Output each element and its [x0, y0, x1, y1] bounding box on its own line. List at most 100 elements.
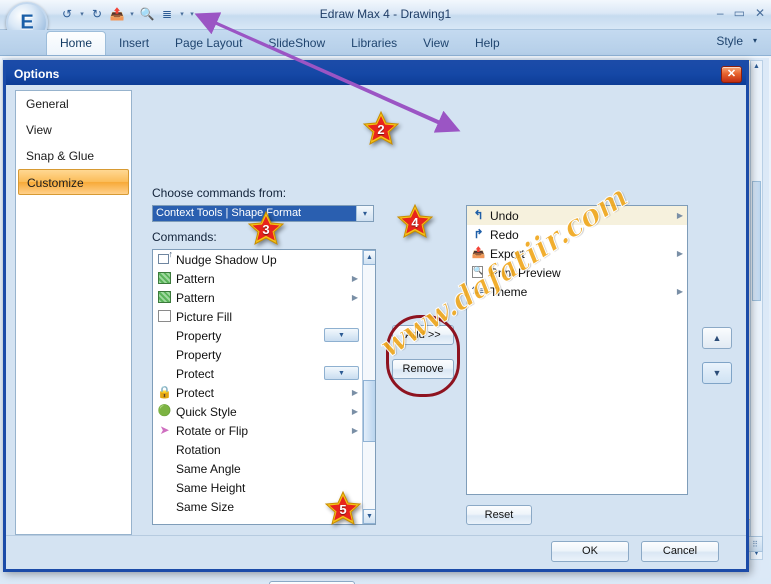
scrollbar-thumb[interactable]	[752, 181, 761, 301]
tab-style[interactable]: Style	[716, 34, 743, 48]
list-item[interactable]: Pattern ▶	[153, 288, 362, 307]
list-item[interactable]: ⇅≡ Theme ▶	[467, 282, 687, 301]
list-item-label: Print Preview	[490, 265, 561, 280]
list-item-label: Pattern	[176, 271, 215, 286]
add-button[interactable]: Add >>	[392, 325, 454, 345]
no-icon	[156, 328, 173, 343]
list-item[interactable]: Pattern ▶	[153, 269, 362, 288]
maximize-button[interactable]: ▭	[734, 6, 745, 20]
ok-button[interactable]: OK	[551, 541, 629, 562]
list-item[interactable]: Property ▼	[153, 326, 362, 345]
list-item-label: Quick Style	[176, 404, 237, 419]
chevron-down-icon[interactable]: ▾	[356, 206, 373, 221]
list-item[interactable]: Rotation	[153, 440, 362, 459]
commands-listbox[interactable]: Nudge Shadow Up Pattern ▶ Pattern ▶ Picture F…	[152, 249, 376, 525]
sidebar-item-general[interactable]: General	[16, 91, 131, 117]
submenu-arrow-icon: ▶	[351, 274, 358, 283]
commands-scrollbar-thumb[interactable]	[363, 380, 375, 442]
commands-label: Commands:	[152, 230, 217, 244]
submenu-arrow-icon: ▶	[676, 287, 683, 296]
list-item[interactable]: Property	[153, 345, 362, 364]
list-item[interactable]: 🟢 Quick Style ▶	[153, 402, 362, 421]
submenu-arrow-icon: ▶	[676, 249, 683, 258]
no-icon	[156, 480, 173, 495]
rotate-or-flip-icon: ➤	[159, 423, 170, 437]
annotation-star-number: 3	[262, 221, 270, 237]
options-category-list[interactable]: General View Snap & Glue Customize	[15, 90, 132, 535]
submenu-arrow-icon: ▶	[351, 426, 358, 435]
list-item[interactable]: ↱ Redo	[467, 225, 687, 244]
list-item[interactable]: 📤 Export ▶	[467, 244, 687, 263]
screenshot-root: E ↺ ▾ ↻ 📤 ▾ 🔍 ≣ ▾ ▾ Edraw Max 4 - Drawin…	[0, 0, 771, 584]
tab-libraries[interactable]: Libraries	[338, 32, 410, 55]
minimize-button[interactable]: –	[717, 6, 724, 20]
dialog-close-button[interactable]: ✕	[721, 66, 742, 83]
quick-style-icon: 🟢	[157, 405, 172, 417]
list-item[interactable]: Nudge Shadow Up	[153, 250, 362, 269]
remove-button[interactable]: Remove	[392, 359, 454, 379]
list-item-label: Export	[490, 246, 525, 261]
canvas-vertical-scrollbar[interactable]: ▲ ▼	[750, 60, 763, 560]
list-item-label: Redo	[490, 227, 519, 242]
application-title-bar: E ↺ ▾ ↻ 📤 ▾ 🔍 ≣ ▾ ▾ Edraw Max 4 - Drawin…	[0, 0, 771, 44]
close-button[interactable]: ✕	[755, 6, 765, 20]
tab-help[interactable]: Help	[462, 32, 513, 55]
tab-view[interactable]: View	[410, 32, 462, 55]
list-item[interactable]: Same Angle	[153, 459, 362, 478]
resize-grip-icon[interactable]: ⠿	[747, 536, 763, 552]
submenu-arrow-icon: ▶	[351, 388, 358, 397]
annotation-star-5: 5	[324, 490, 362, 528]
scroll-up-icon[interactable]: ▲	[752, 61, 761, 72]
list-item[interactable]: 🔒 Protect ▶	[153, 383, 362, 402]
annotation-star-3: 3	[247, 210, 285, 248]
reset-button[interactable]: Reset	[466, 505, 532, 525]
commands-scroll-up-icon[interactable]: ▲	[363, 250, 375, 265]
sidebar-item-customize[interactable]: Customize	[18, 169, 129, 195]
quick-access-toolbar-listbox[interactable]: ↰ Undo ▶ ↱ Redo 📤 Export ▶ Print Preview ⇅≡ Theme ▶	[466, 205, 688, 495]
no-icon	[156, 347, 173, 362]
dialog-body: General View Snap & Glue Customize Choos…	[6, 85, 746, 584]
no-icon	[156, 442, 173, 457]
dropdown-button[interactable]: ▼	[324, 328, 359, 342]
pattern-green-icon	[156, 290, 173, 305]
list-item-label: Theme	[490, 284, 528, 299]
tab-slideshow[interactable]: SlideShow	[255, 32, 338, 55]
annotation-star-4: 4	[396, 203, 434, 241]
theme-icon: ⇅≡	[471, 286, 486, 297]
dialog-footer: OK Cancel	[6, 535, 746, 569]
choose-commands-label: Choose commands from:	[152, 186, 287, 200]
style-chevron-down-icon[interactable]: ▾	[753, 36, 757, 45]
tab-insert[interactable]: Insert	[106, 32, 162, 55]
list-item-label: Nudge Shadow Up	[176, 252, 277, 267]
lock-icon: 🔒	[157, 385, 172, 399]
commands-scrollbar[interactable]: ▲ ▼	[362, 250, 375, 524]
annotation-star-number: 4	[411, 214, 419, 230]
nudge-shadow-up-icon	[156, 252, 173, 267]
commands-scroll-down-icon[interactable]: ▼	[363, 509, 375, 524]
submenu-arrow-icon: ▶	[676, 211, 683, 220]
dropdown-button[interactable]: ▼	[324, 366, 359, 380]
list-item-label: Rotate or Flip	[176, 423, 249, 438]
application-title: Edraw Max 4 - Drawing1	[319, 7, 452, 21]
sidebar-item-view[interactable]: View	[16, 117, 131, 143]
move-down-button[interactable]: ▼	[702, 362, 732, 384]
list-item[interactable]: Print Preview	[467, 263, 687, 282]
list-item[interactable]: ➤ Rotate or Flip ▶	[153, 421, 362, 440]
list-item-label: Picture Fill	[176, 309, 233, 324]
tab-page-layout[interactable]: Page Layout	[162, 32, 255, 55]
list-item[interactable]: Protect ▼	[153, 364, 362, 383]
undo-icon: ↰	[473, 208, 484, 222]
list-item-label: Protect	[176, 385, 215, 400]
dialog-title-bar: Options ✕	[6, 63, 746, 85]
cancel-button[interactable]: Cancel	[641, 541, 719, 562]
list-item[interactable]: Picture Fill	[153, 307, 362, 326]
dialog-title: Options	[14, 67, 60, 81]
list-item[interactable]: ↰ Undo ▶	[467, 206, 687, 225]
list-item-label: Property	[176, 328, 222, 343]
submenu-arrow-icon: ▶	[351, 293, 358, 302]
move-up-button[interactable]: ▲	[702, 327, 732, 349]
annotation-star-2: 2	[362, 110, 400, 148]
list-item-label: Same Size	[176, 499, 235, 514]
sidebar-item-snap-and-glue[interactable]: Snap & Glue	[16, 143, 131, 169]
tab-home[interactable]: Home	[46, 31, 107, 55]
